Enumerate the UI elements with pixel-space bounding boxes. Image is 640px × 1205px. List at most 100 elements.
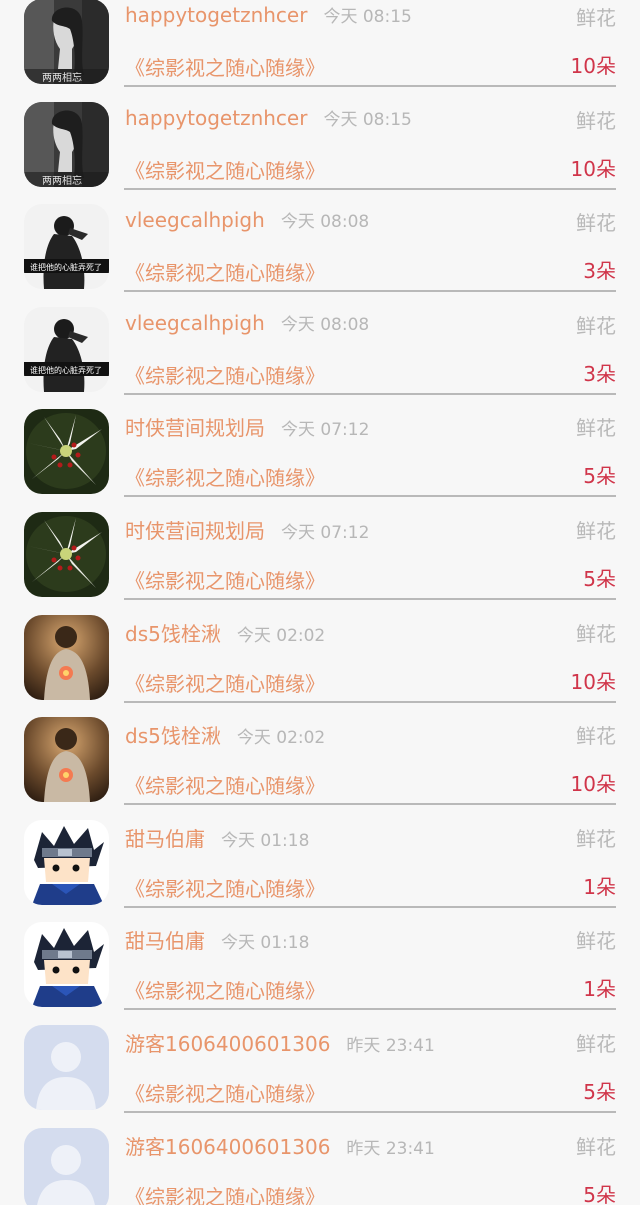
gift-record-row[interactable]: 游客1606400601306 昨天 23:41 鲜花 《综影视之随心随缘》 5朵 xyxy=(0,1022,640,1125)
gift-type: 鲜花 xyxy=(576,416,616,441)
gift-record-row[interactable]: ds5饯栓湫 今天 02:02 鲜花 《综影视之随心随缘》 10朵 xyxy=(0,612,640,715)
gift-record-row[interactable]: 两两相忘 happytogetznhcer 今天 08:15 鲜花 《综影视之随心… xyxy=(0,0,640,99)
book-title-link[interactable]: 《综影视之随心随缘》 xyxy=(125,975,325,1004)
avatar-caption: 两两相忘 xyxy=(42,71,82,84)
row-divider xyxy=(124,905,616,908)
username-label: 甜马伯庸 xyxy=(125,929,205,954)
gift-type: 鲜花 xyxy=(576,1031,616,1056)
book-title-link[interactable]: 《综影视之随心随缘》 xyxy=(125,565,325,594)
gift-record-row[interactable]: 谁把他的心脏弄死了 vleegcalhpigh 今天 08:08 鲜花 《综影视之… xyxy=(0,201,640,304)
username[interactable]: 游客1606400601306 昨天 23:41 xyxy=(125,1131,435,1160)
timestamp: 昨天 23:41 xyxy=(346,1138,435,1159)
username[interactable]: 时侠营间规划局 今天 07:12 xyxy=(125,515,369,544)
username-label: 时侠营间规划局 xyxy=(125,518,265,543)
book-title-link[interactable]: 《综影视之随心随缘》 xyxy=(125,770,325,799)
gift-count: 1朵 xyxy=(583,977,616,1002)
username[interactable]: ds5饯栓湫 今天 02:02 xyxy=(125,618,325,647)
anime-ninja-avatar[interactable] xyxy=(24,922,109,1008)
row-divider xyxy=(124,85,616,87)
gift-count: 3朵 xyxy=(583,259,616,284)
row-divider xyxy=(124,1110,616,1113)
book-title-link[interactable]: 《综影视之随心随缘》 xyxy=(125,462,325,491)
anime-ninja-avatar[interactable] xyxy=(24,819,109,905)
username[interactable]: vleegcalhpigh 今天 08:08 xyxy=(125,310,369,335)
gift-type: 鲜花 xyxy=(576,621,616,646)
avatar-caption: 谁把他的心脏弄死了 xyxy=(30,365,102,375)
username[interactable]: 甜马伯庸 今天 01:18 xyxy=(125,925,309,954)
sad-figure-avatar[interactable]: 谁把他的心脏弄死了 xyxy=(24,204,109,290)
gift-record-row[interactable]: 时侠营间规划局 今天 07:12 鲜花 《综影视之随心随缘》 5朵 xyxy=(0,406,640,509)
gift-record-row[interactable]: 时侠营间规划局 今天 07:12 鲜花 《综影视之随心随缘》 5朵 xyxy=(0,509,640,612)
username[interactable]: 游客1606400601306 昨天 23:41 xyxy=(125,1028,435,1057)
username[interactable]: 时侠营间规划局 今天 07:12 xyxy=(125,412,369,441)
row-divider xyxy=(124,1008,616,1011)
timestamp: 昨天 23:41 xyxy=(346,1035,435,1056)
gift-type: 鲜花 xyxy=(576,6,616,30)
timestamp: 今天 08:08 xyxy=(280,314,370,335)
avatar-caption: 谁把他的心脏弄死了 xyxy=(30,262,102,272)
default-user-avatar[interactable] xyxy=(24,1127,109,1205)
book-title-link[interactable]: 《综影视之随心随缘》 xyxy=(125,1181,325,1205)
gift-record-row[interactable]: ds5饯栓湫 今天 02:02 鲜花 《综影视之随心随缘》 10朵 xyxy=(0,714,640,817)
gift-type: 鲜花 xyxy=(576,518,616,543)
book-title-link[interactable]: 《综影视之随心随缘》 xyxy=(125,155,325,184)
warm-light-avatar[interactable] xyxy=(24,717,109,803)
gift-count: 10朵 xyxy=(570,772,616,797)
default-user-avatar[interactable] xyxy=(24,1024,109,1110)
username[interactable]: ds5饯栓湫 今天 02:02 xyxy=(125,720,325,749)
timestamp: 今天 07:12 xyxy=(281,420,370,441)
gift-count: 1朵 xyxy=(583,874,616,899)
gift-record-row[interactable]: 两两相忘 happytogetznhcer 今天 08:15 鲜花 《综影视之随心… xyxy=(0,99,640,202)
timestamp: 今天 08:08 xyxy=(280,212,370,233)
row-divider xyxy=(124,700,616,703)
gift-count: 10朵 xyxy=(570,156,616,181)
gift-count: 5朵 xyxy=(583,566,616,591)
username-label: ds5饯栓湫 xyxy=(125,724,221,749)
gift-count: 5朵 xyxy=(583,1182,616,1205)
gift-count: 5朵 xyxy=(583,1079,616,1104)
book-title-link[interactable]: 《综影视之随心随缘》 xyxy=(125,873,325,902)
row-divider xyxy=(124,495,616,498)
timestamp: 今天 02:02 xyxy=(236,625,326,646)
gift-count: 5朵 xyxy=(583,464,616,489)
lily-flower-avatar[interactable] xyxy=(24,409,109,495)
bw-portrait-avatar[interactable]: 两两相忘 xyxy=(24,0,109,84)
book-title-link[interactable]: 《综影视之随心随缘》 xyxy=(125,52,325,81)
gift-type: 鲜花 xyxy=(576,724,616,749)
sad-figure-avatar[interactable]: 谁把他的心脏弄死了 xyxy=(24,306,109,392)
gift-count: 3朵 xyxy=(583,361,616,386)
timestamp: 今天 07:12 xyxy=(281,522,370,543)
username-label: 时侠营间规划局 xyxy=(125,416,265,441)
book-title-link[interactable]: 《综影视之随心随缘》 xyxy=(125,668,325,697)
username[interactable]: happytogetznhcer 今天 08:15 xyxy=(125,2,412,27)
book-title-link[interactable]: 《综影视之随心随缘》 xyxy=(125,257,325,286)
row-divider xyxy=(124,392,616,395)
bw-portrait-avatar[interactable]: 两两相忘 xyxy=(24,101,109,187)
book-title-link[interactable]: 《综影视之随心随缘》 xyxy=(125,360,325,389)
gift-record-row[interactable]: 游客1606400601306 昨天 23:41 鲜花 《综影视之随心随缘》 5朵 xyxy=(0,1125,640,1205)
username-label: vleegcalhpigh xyxy=(125,208,265,233)
username-label: ds5饯栓湫 xyxy=(125,621,221,646)
book-title-link[interactable]: 《综影视之随心随缘》 xyxy=(125,1078,325,1107)
gift-record-row[interactable]: 谁把他的心脏弄死了 vleegcalhpigh 今天 08:08 鲜花 《综影视之… xyxy=(0,304,640,407)
username-label: 游客1606400601306 xyxy=(125,1134,331,1159)
username[interactable]: 甜马伯庸 今天 01:18 xyxy=(125,823,309,852)
username-label: 游客1606400601306 xyxy=(125,1031,331,1056)
timestamp: 今天 08:15 xyxy=(323,109,412,130)
gift-record-row[interactable]: 甜马伯庸 今天 01:18 鲜花 《综影视之随心随缘》 1朵 xyxy=(0,919,640,1022)
username[interactable]: happytogetznhcer 今天 08:15 xyxy=(125,105,412,130)
timestamp: 今天 02:02 xyxy=(236,728,326,749)
lily-flower-avatar[interactable] xyxy=(24,511,109,597)
warm-light-avatar[interactable] xyxy=(24,614,109,700)
username-label: happytogetznhcer xyxy=(125,105,308,130)
avatar-caption: 两两相忘 xyxy=(42,174,82,187)
row-divider xyxy=(124,597,616,600)
username-label: happytogetznhcer xyxy=(125,3,308,27)
row-divider xyxy=(124,290,616,293)
timestamp: 今天 01:18 xyxy=(221,830,310,851)
username[interactable]: vleegcalhpigh 今天 08:08 xyxy=(125,207,369,232)
gift-type: 鲜花 xyxy=(576,1134,616,1159)
timestamp: 今天 01:18 xyxy=(221,933,310,954)
gift-record-row[interactable]: 甜马伯庸 今天 01:18 鲜花 《综影视之随心随缘》 1朵 xyxy=(0,817,640,920)
gift-type: 鲜花 xyxy=(576,313,616,338)
